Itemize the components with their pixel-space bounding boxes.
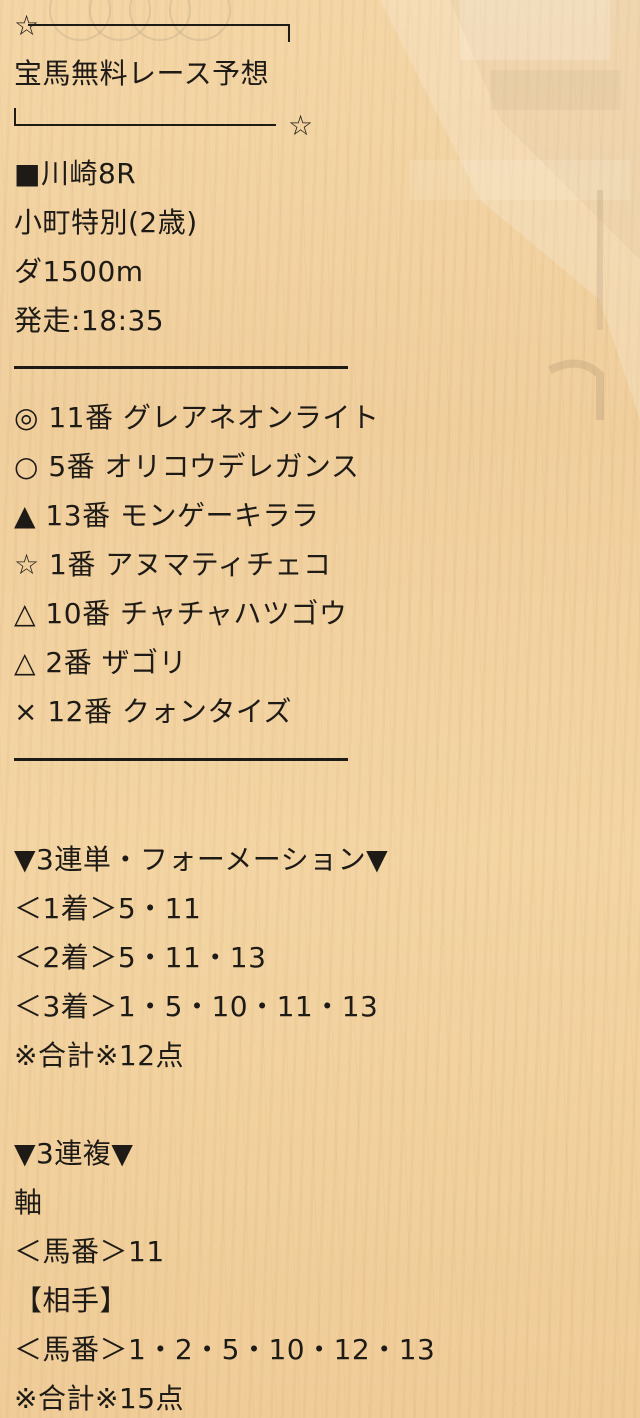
pick-item: △ 10番 チャチャハツゴウ bbox=[14, 597, 348, 630]
star-icon-right: ☆ bbox=[288, 109, 314, 142]
pick-item: ○ 5番 オリコウデレガンス bbox=[14, 450, 360, 483]
trifecta-third: ＜3着＞1・5・10・11・13 bbox=[14, 990, 379, 1023]
trifecta-heading: ▼3連単・フォーメーション▼ bbox=[14, 843, 389, 876]
pick-item: ◎ 11番 グレアネオンライト bbox=[14, 401, 380, 434]
background-decoration bbox=[380, 0, 640, 420]
race-name: 小町特別(2歳) bbox=[14, 206, 198, 239]
race-distance: ダ1500m bbox=[14, 255, 144, 288]
trifecta-second: ＜2着＞5・11・13 bbox=[14, 941, 267, 974]
pick-item: ☆ 1番 アヌマティチェコ bbox=[14, 548, 332, 581]
race-venue: ■川崎8R bbox=[14, 157, 137, 190]
trio-total: ※合計※15点 bbox=[14, 1382, 185, 1415]
trio-axis-label: 軸 bbox=[14, 1186, 43, 1219]
trio-partner-label: 【相手】 bbox=[14, 1284, 129, 1317]
title-frame-top-tick bbox=[288, 24, 290, 42]
divider bbox=[14, 366, 348, 369]
race-start-time: 発走:18:35 bbox=[14, 304, 165, 337]
trio-heading: ▼3連複▼ bbox=[14, 1137, 134, 1170]
title-frame-top-line bbox=[28, 24, 290, 26]
trifecta-first: ＜1着＞5・11 bbox=[14, 892, 202, 925]
trio-partners: ＜馬番＞1・2・5・10・12・13 bbox=[14, 1333, 436, 1366]
title-frame-bottom-line bbox=[14, 124, 276, 126]
pick-item: × 12番 クォンタイズ bbox=[14, 695, 293, 728]
star-icon-left: ☆ bbox=[14, 9, 40, 42]
pick-item: △ 2番 ザゴリ bbox=[14, 646, 188, 679]
divider bbox=[14, 758, 348, 761]
background-pattern bbox=[49, 0, 231, 41]
trifecta-total: ※合計※12点 bbox=[14, 1039, 185, 1072]
pick-item: ▲ 13番 モンゲーキララ bbox=[14, 499, 320, 532]
trio-axis: ＜馬番＞11 bbox=[14, 1235, 165, 1268]
page-title: 宝馬無料レース予想 bbox=[14, 57, 270, 90]
